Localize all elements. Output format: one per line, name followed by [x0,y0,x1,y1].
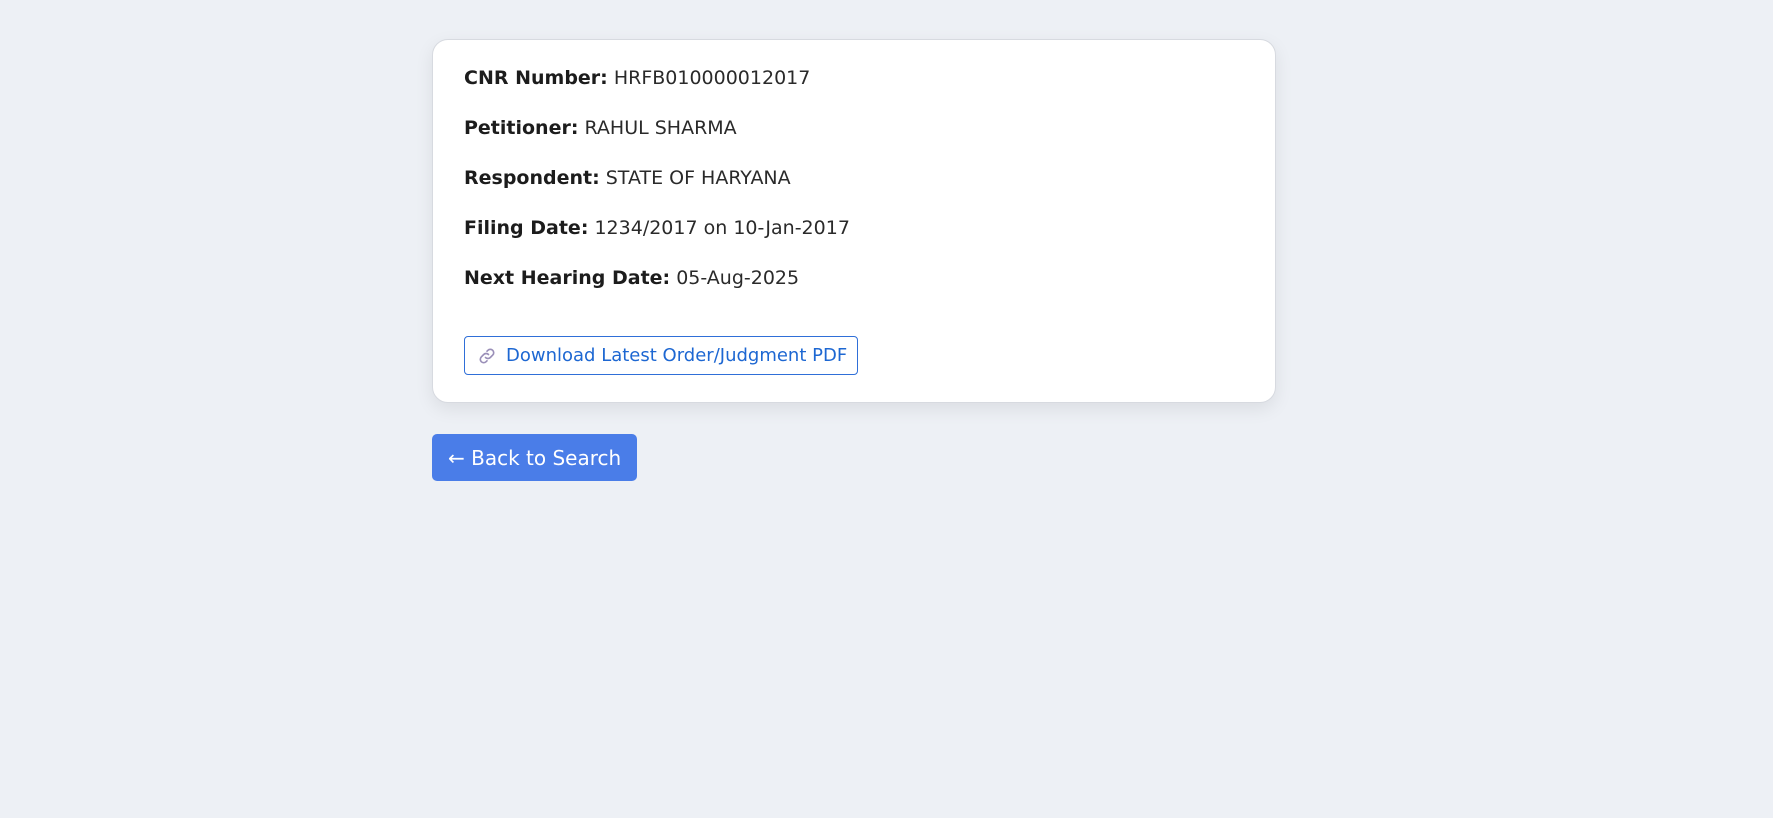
cnr-number-row: CNR Number: HRFB010000012017 [464,66,1245,90]
download-order-pdf-label: Download Latest Order/Judgment PDF [506,345,848,366]
next-hearing-date-label: Next Hearing Date: [464,267,671,289]
next-hearing-date-row: Next Hearing Date: 05-Aug-2025 [464,266,1245,290]
petitioner-label: Petitioner: [464,117,579,139]
respondent-row: Respondent: STATE OF HARYANA [464,166,1245,190]
case-details-card: CNR Number: HRFB010000012017 Petitioner:… [432,39,1276,403]
download-order-pdf-button[interactable]: Download Latest Order/Judgment PDF [464,336,859,375]
respondent-value: STATE OF HARYANA [605,167,791,189]
link-icon [478,347,496,365]
respondent-label: Respondent: [464,167,600,189]
case-details-container: CNR Number: HRFB010000012017 Petitioner:… [432,39,1276,481]
filing-date-row: Filing Date: 1234/2017 on 10-Jan-2017 [464,216,1245,240]
cnr-number-value: HRFB010000012017 [613,67,811,89]
back-to-search-button[interactable]: ← Back to Search [432,434,638,481]
cnr-number-label: CNR Number: [464,67,608,89]
next-hearing-date-value: 05-Aug-2025 [676,267,800,289]
petitioner-value: RAHUL SHARMA [584,117,737,139]
filing-date-label: Filing Date: [464,217,589,239]
filing-date-value: 1234/2017 on 10-Jan-2017 [594,217,850,239]
petitioner-row: Petitioner: RAHUL SHARMA [464,116,1245,140]
